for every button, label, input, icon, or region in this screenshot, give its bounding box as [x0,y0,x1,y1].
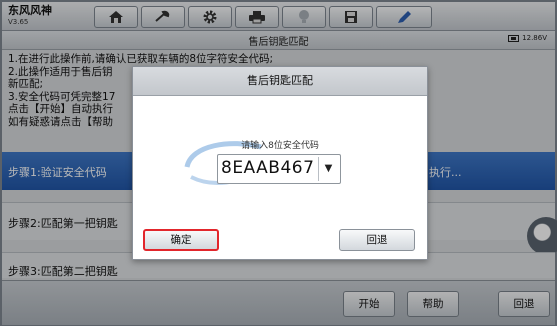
security-code-input[interactable]: 8EAAB467 ▼ [217,154,341,184]
chevron-down-icon[interactable]: ▼ [318,157,338,181]
dialog-back-button[interactable]: 回退 [339,229,415,251]
confirm-button[interactable]: 确定 [143,229,219,251]
code-prompt: 请输入8位安全代码 [241,141,319,151]
security-code-value: 8EAAB467 [221,158,315,178]
security-code-dialog: 售后钥匙匹配 请输入8位安全代码 8EAAB467 ▼ 确定 回退 [132,66,428,260]
dialog-title: 售后钥匙匹配 [133,67,427,96]
